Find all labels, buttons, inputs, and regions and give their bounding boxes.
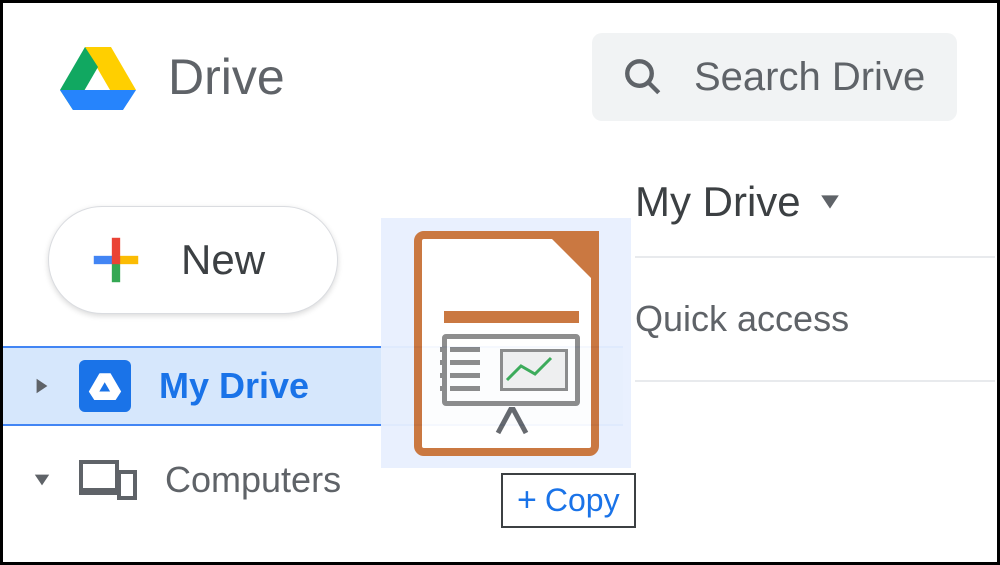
breadcrumb-label: My Drive	[635, 178, 801, 226]
app-title: Drive	[168, 48, 285, 106]
search-placeholder: Search Drive	[694, 55, 925, 100]
search-icon	[622, 56, 664, 98]
plus-icon	[91, 235, 141, 285]
drag-preview	[381, 218, 631, 468]
chevron-right-icon	[33, 377, 51, 395]
chevron-down-icon	[819, 191, 841, 213]
devices-icon	[79, 458, 137, 502]
drive-logo-area[interactable]: Drive	[58, 42, 285, 112]
header: Drive Search Drive	[3, 3, 997, 151]
search-box[interactable]: Search Drive	[592, 33, 957, 121]
chevron-down-icon	[33, 471, 51, 489]
breadcrumb-my-drive[interactable]: My Drive	[635, 178, 995, 258]
presentation-file-icon	[414, 231, 599, 456]
new-button[interactable]: New	[48, 206, 338, 314]
drag-tooltip: + Copy	[501, 473, 636, 528]
drive-logo-icon	[58, 42, 138, 112]
new-button-label: New	[181, 236, 265, 284]
drive-icon	[79, 360, 131, 412]
plus-icon: +	[517, 481, 537, 520]
main-panel: My Drive Quick access	[635, 178, 995, 382]
quick-access-heading: Quick access	[635, 258, 995, 382]
drag-tooltip-label: Copy	[545, 482, 620, 519]
